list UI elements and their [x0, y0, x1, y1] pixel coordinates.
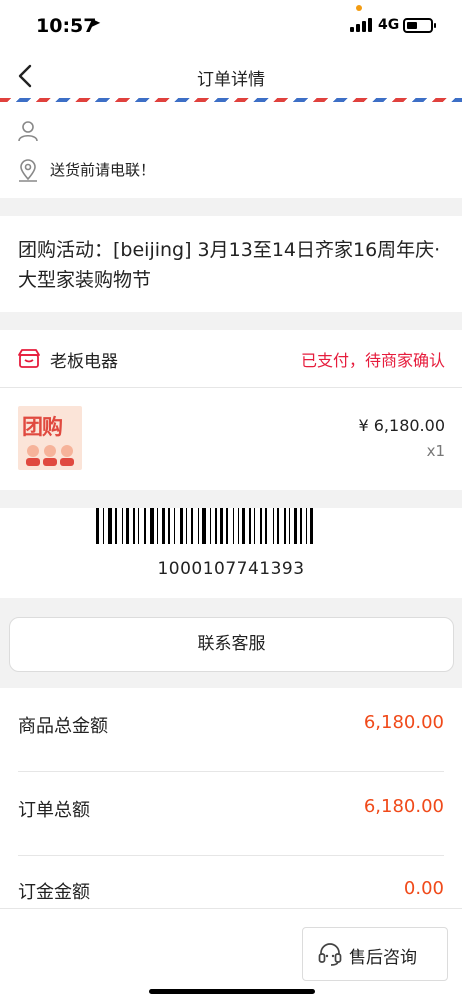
- barcode-bar: [108, 508, 112, 544]
- barcode-card: 1000107741393: [0, 508, 462, 598]
- thumbnail-label: 团购: [22, 415, 63, 439]
- barcode-bar: [233, 508, 234, 544]
- group-buy-text: 团购活动：[beijing] 3月13至14日齐家16周年庆·大型家装购物节: [18, 239, 441, 291]
- status-time: 10:57: [36, 15, 97, 37]
- home-indicator: [149, 989, 315, 994]
- barcode-bar: [242, 508, 245, 544]
- barcode-bar: [260, 508, 262, 544]
- product-thumbnail[interactable]: 团购: [18, 406, 82, 470]
- contact-service-button[interactable]: 联系客服: [9, 617, 454, 672]
- barcode-bar: [157, 508, 158, 544]
- barcode-bar: [202, 508, 206, 544]
- barcode-bar: [210, 508, 211, 544]
- barcode-bar: [284, 508, 286, 544]
- amount-value: 0.00: [403, 878, 444, 899]
- after-sales-label: 售后咨询: [349, 948, 417, 968]
- barcode-bar: [254, 508, 255, 544]
- barcode-bar: [144, 508, 146, 544]
- barcode-bar: [220, 508, 223, 544]
- barcode-bar: [150, 508, 154, 544]
- after-sales-button[interactable]: 售后咨询: [302, 927, 448, 981]
- network-type: 4G: [378, 17, 400, 33]
- barcode-bar: [133, 508, 135, 544]
- barcode-bar: [126, 508, 129, 544]
- barcode-bar: [310, 508, 313, 544]
- barcode-bar: [96, 508, 99, 544]
- barcode-bar: [191, 508, 193, 544]
- barcode-bar: [294, 508, 297, 544]
- barcode-bar: [103, 508, 104, 544]
- shop-header[interactable]: 老板电器 已支付，待商家确认: [0, 330, 462, 388]
- barcode-bar: [162, 508, 165, 544]
- shop-name: 老板电器: [50, 352, 118, 372]
- barcode-bar: [265, 508, 267, 544]
- barcode-bar: [174, 508, 175, 544]
- status-bar: 10:57 ➤ 4G: [0, 0, 462, 54]
- amount-summary: 商品总金额 6,180.00 订单总额 6,180.00 订金金额 0.00: [0, 688, 462, 908]
- barcode-bar: [138, 508, 139, 544]
- page-title: 订单详情: [197, 70, 265, 90]
- barcode-bar: [277, 508, 279, 544]
- amount-row-goods-total: 商品总金额 6,180.00: [0, 688, 462, 772]
- barcode-bar: [186, 508, 187, 544]
- barcode-bar: [115, 508, 117, 544]
- bottom-bar: 售后咨询: [0, 908, 462, 999]
- group-people-icon: [26, 445, 74, 466]
- order-detail-page: 10:57 ➤ 4G 订单详情 送货前请电联！ 团购活动：[beijing] 3…: [0, 0, 462, 999]
- amount-label: 订金金额: [18, 882, 90, 903]
- address-card: 送货前请电联！: [0, 102, 462, 198]
- amount-row-order-total: 订单总额 6,180.00: [0, 772, 462, 856]
- battery-icon: [403, 18, 436, 33]
- delivery-note: 送货前请电联！: [50, 161, 156, 179]
- amount-value: 6,180.00: [363, 796, 444, 817]
- amount-label: 订单总额: [18, 800, 90, 821]
- barcode-bar: [168, 508, 170, 544]
- barcode-bar: [238, 508, 239, 544]
- barcode-bar: [122, 508, 123, 544]
- amount-label: 商品总金额: [18, 716, 108, 737]
- barcode-bar: [273, 508, 274, 544]
- barcode-bar: [180, 508, 183, 544]
- recording-dot-icon: [356, 5, 362, 11]
- barcode-bar: [226, 508, 228, 544]
- barcode-bar: [306, 508, 307, 544]
- user-icon: [18, 121, 38, 142]
- barcode-bar: [215, 508, 217, 544]
- map-pin-icon: [19, 159, 37, 182]
- headset-icon: [318, 943, 342, 966]
- barcode-bar: [289, 508, 290, 544]
- amount-value: 6,180.00: [363, 712, 444, 733]
- nav-bar: 订单详情: [0, 54, 462, 98]
- barcode-number: 1000107741393: [157, 559, 305, 579]
- barcode-bar: [198, 508, 199, 544]
- barcode-bar: [249, 508, 251, 544]
- barcode-bar: [300, 508, 302, 544]
- store-icon: [18, 349, 40, 368]
- product-price: ¥ 6,180.00: [358, 416, 445, 435]
- product-quantity: x1: [426, 442, 445, 460]
- signal-icon: [350, 18, 372, 32]
- barcode-image: [96, 508, 313, 544]
- shop-card: 老板电器 已支付，待商家确认 团购 ¥ 6,180.00 x1: [0, 330, 462, 490]
- location-arrow-icon: ➤: [90, 16, 101, 31]
- group-buy-card: 团购活动：[beijing] 3月13至14日齐家16周年庆·大型家装购物节: [0, 216, 462, 312]
- order-status: 已支付，待商家确认: [300, 351, 445, 370]
